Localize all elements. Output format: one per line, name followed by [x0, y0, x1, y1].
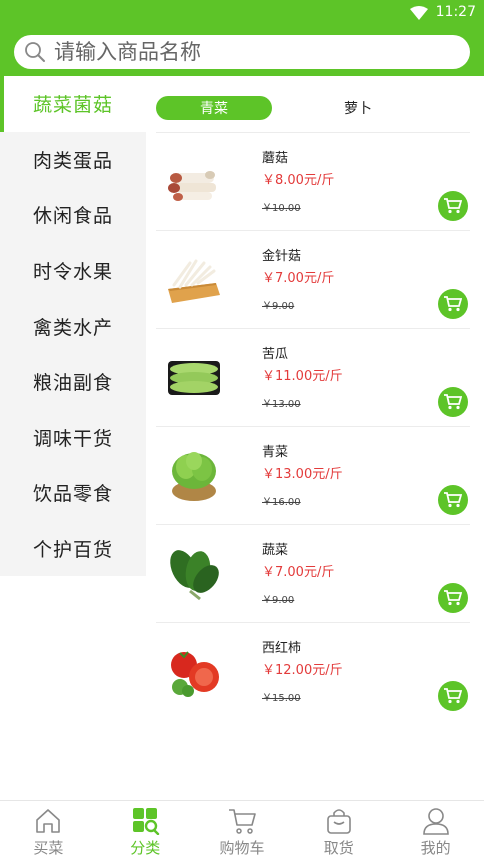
product-item[interactable]: 苦瓜 ￥11.00元/斤 ￥13.00 — [156, 328, 470, 426]
category-item-grain-oil[interactable]: 粮油副食 — [0, 354, 146, 410]
user-icon — [422, 808, 449, 835]
search-placeholder: 请输入商品名称 — [54, 40, 201, 64]
nav-label: 分类 — [130, 839, 161, 857]
cart-icon — [444, 590, 462, 606]
status-bar: 11:27 — [0, 0, 484, 26]
category-item-poultry-seafood[interactable]: 禽类水产 — [0, 298, 146, 354]
lettuce-image — [172, 452, 216, 501]
product-price: ￥7.00元/斤 — [262, 565, 335, 580]
category-item-drinks[interactable]: 饮品零食 — [0, 465, 146, 521]
product-old-price: ￥15.00 — [262, 693, 301, 704]
product-name: 苦瓜 — [262, 347, 289, 362]
product-name: 金针菇 — [262, 249, 302, 264]
tab-radish[interactable]: 萝卜 — [296, 96, 420, 120]
add-to-cart-button[interactable] — [438, 191, 468, 221]
add-to-cart-button[interactable] — [438, 681, 468, 711]
mushroom-image — [168, 171, 216, 201]
product-name: 青菜 — [262, 445, 289, 460]
category-item-vegetables[interactable]: 蔬菜菌菇 — [0, 76, 146, 132]
product-item[interactable]: 金针菇 ￥7.00元/斤 ￥9.00 — [156, 230, 470, 328]
category-item-fruit[interactable]: 时令水果 — [0, 243, 146, 299]
nav-pickup[interactable]: 取货 — [290, 801, 387, 864]
nav-label: 取货 — [323, 839, 354, 857]
product-item[interactable]: 青菜 ￥13.00元/斤 ￥16.00 — [156, 426, 470, 524]
cart-icon — [444, 492, 462, 508]
category-item-meat-eggs[interactable]: 肉类蛋品 — [0, 132, 146, 188]
product-price: ￥13.00元/斤 — [262, 467, 343, 482]
product-old-price: ￥10.00 — [262, 203, 301, 214]
cart-icon — [444, 198, 462, 214]
category-item-personal-care[interactable]: 个护百货 — [0, 521, 146, 577]
product-price: ￥8.00元/斤 — [262, 173, 335, 188]
bitter-melon-image — [168, 361, 220, 395]
search-icon — [25, 42, 45, 62]
product-name: 蔬菜 — [262, 543, 289, 558]
nav-category[interactable]: 分类 — [97, 801, 194, 864]
enoki-image — [168, 259, 220, 303]
category-icon — [133, 808, 160, 835]
home-icon — [36, 809, 61, 833]
add-to-cart-button[interactable] — [438, 485, 468, 515]
tomato-image — [171, 651, 219, 697]
bottom-nav: 买菜 分类 购物车 取货 我的 — [0, 800, 484, 864]
product-price: ￥11.00元/斤 — [262, 369, 343, 384]
nav-home[interactable]: 买菜 — [0, 801, 97, 864]
cart-icon — [444, 296, 462, 312]
category-item-seasoning[interactable]: 调味干货 — [0, 410, 146, 466]
product-old-price: ￥9.00 — [262, 595, 295, 606]
cart-icon — [444, 394, 462, 410]
product-item[interactable]: 蔬菜 ￥7.00元/斤 ￥9.00 — [156, 524, 470, 622]
spinach-image — [170, 550, 219, 601]
product-old-price: ￥9.00 — [262, 301, 295, 312]
product-item[interactable]: 西红柿 ￥12.00元/斤 ￥15.00 — [156, 622, 470, 720]
nav-profile[interactable]: 我的 — [387, 801, 484, 864]
product-old-price: ￥16.00 — [262, 497, 301, 508]
product-price: ￥7.00元/斤 — [262, 271, 335, 286]
tab-greens[interactable]: 青菜 — [156, 96, 272, 120]
category-menu: 蔬菜菌菇 肉类蛋品 休闲食品 时令水果 禽类水产 粮油副食 调味干货 饮品零食 … — [0, 76, 146, 576]
wifi-icon — [410, 6, 428, 20]
nav-cart[interactable]: 购物车 — [194, 801, 291, 864]
search-input[interactable]: 请输入商品名称 — [14, 35, 470, 69]
product-list: 蘑菇 ￥8.00元/斤 ￥10.00 金针菇 ￥7.00元/斤 ￥9.00 苦瓜… — [156, 132, 470, 720]
nav-label: 购物车 — [219, 839, 265, 857]
cart-icon — [444, 688, 462, 704]
product-name: 西红柿 — [262, 641, 302, 656]
add-to-cart-button[interactable] — [438, 289, 468, 319]
bag-icon — [326, 809, 351, 834]
product-price: ￥12.00元/斤 — [262, 663, 343, 678]
nav-label: 我的 — [420, 839, 451, 857]
add-to-cart-button[interactable] — [438, 583, 468, 613]
product-old-price: ￥13.00 — [262, 399, 301, 410]
nav-label: 买菜 — [33, 839, 64, 857]
product-item[interactable]: 蘑菇 ￥8.00元/斤 ￥10.00 — [156, 132, 470, 230]
search-header: 请输入商品名称 — [0, 26, 484, 76]
add-to-cart-button[interactable] — [438, 387, 468, 417]
product-name: 蘑菇 — [262, 151, 289, 166]
cart-icon — [228, 809, 256, 834]
subcategory-tabs: 青菜 萝卜 — [146, 76, 484, 132]
category-item-snacks[interactable]: 休闲食品 — [0, 187, 146, 243]
status-time: 11:27 — [435, 4, 476, 20]
